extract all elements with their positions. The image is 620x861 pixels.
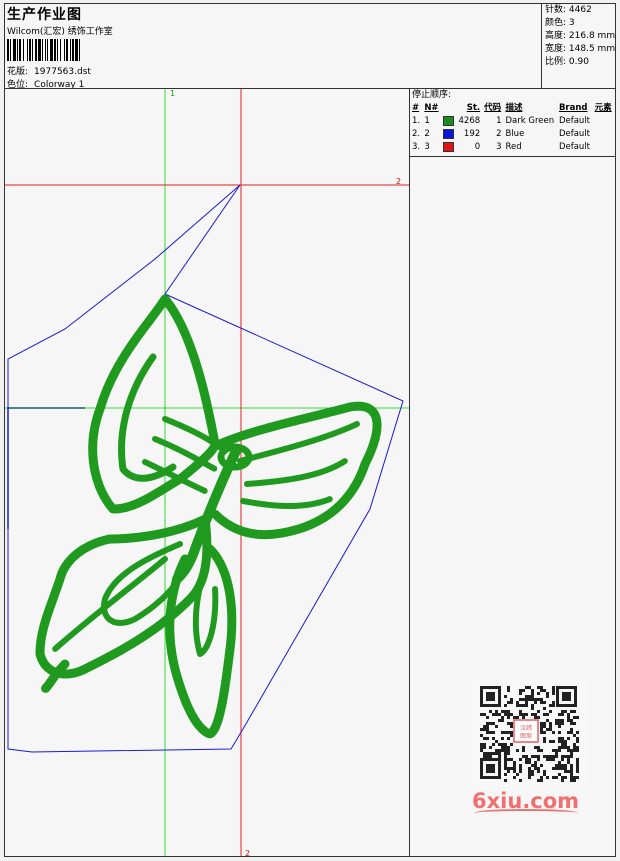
col-hash: # xyxy=(412,103,420,113)
stat-colors: 颜色: 3 xyxy=(545,18,575,28)
barcode xyxy=(7,39,80,61)
butterfly-embroidery xyxy=(35,294,382,739)
col-brand: Brand xyxy=(558,103,588,113)
design-preview: 1 2 2 xyxy=(5,89,409,856)
table-header-row: # N# St. 代码 描述 Brand 元素 xyxy=(410,102,614,115)
color-swatch xyxy=(442,128,454,139)
header-info: 生产作业图 Wilcom(汇宏) 绣饰工作室 花版: 1977563.dst 色位… xyxy=(5,4,540,90)
marker-bottom-label: 2 xyxy=(245,849,250,856)
design-file-line: 花版: 1977563.dst xyxy=(7,67,91,77)
table-divider xyxy=(410,156,616,157)
stat-scale: 比例: 0.90 xyxy=(545,57,589,67)
stop-sequence-table: # N# St. 代码 描述 Brand 元素 1. 1 4268 1 Dark… xyxy=(410,102,614,154)
watermark-swoosh xyxy=(474,809,578,817)
panel-divider xyxy=(409,88,410,857)
stop-sequence-panel: 停止顺序: # N# St. 代码 描述 Brand 元素 1. 1 4268 … xyxy=(410,89,616,157)
stat-stitches: 针数: 4462 xyxy=(545,5,592,15)
page-title: 生产作业图 xyxy=(7,7,82,23)
design-file-name: 1977563.dst xyxy=(34,67,91,77)
col-stitches: St. xyxy=(466,103,481,113)
col-swatch xyxy=(441,102,456,115)
stats-panel: 针数: 4462 颜色: 3 高度: 216.8 mm 宽度: 148.5 mm… xyxy=(541,4,617,88)
svg-text:图案: 图案 xyxy=(520,732,532,740)
color-swatch xyxy=(442,115,454,126)
col-n: N# xyxy=(424,103,439,113)
col-element: 元素 xyxy=(594,103,612,113)
table-row: 2. 2 192 2 Blue Default xyxy=(412,128,591,139)
table-row: 1. 1 4268 1 Dark Green Default xyxy=(412,115,591,126)
color-swatch xyxy=(442,141,454,152)
qr-code: 汉绣 图案 xyxy=(470,680,588,790)
stat-width: 宽度: 148.5 mm xyxy=(545,44,616,54)
stat-height: 高度: 216.8 mm xyxy=(545,31,616,41)
marker-right-label: 2 xyxy=(396,177,401,186)
marker-top-label: 1 xyxy=(170,89,175,98)
upper-right-wing-inner xyxy=(237,421,360,509)
table-row: 3. 3 0 3 Red Default xyxy=(412,141,591,152)
svg-text:汉绣: 汉绣 xyxy=(520,724,532,732)
company-name: Wilcom(汇宏) 绣饰工作室 xyxy=(7,27,113,37)
col-code: 代码 xyxy=(484,103,502,113)
col-desc: 描述 xyxy=(505,103,523,113)
stop-sequence-title: 停止顺序: xyxy=(412,90,452,100)
